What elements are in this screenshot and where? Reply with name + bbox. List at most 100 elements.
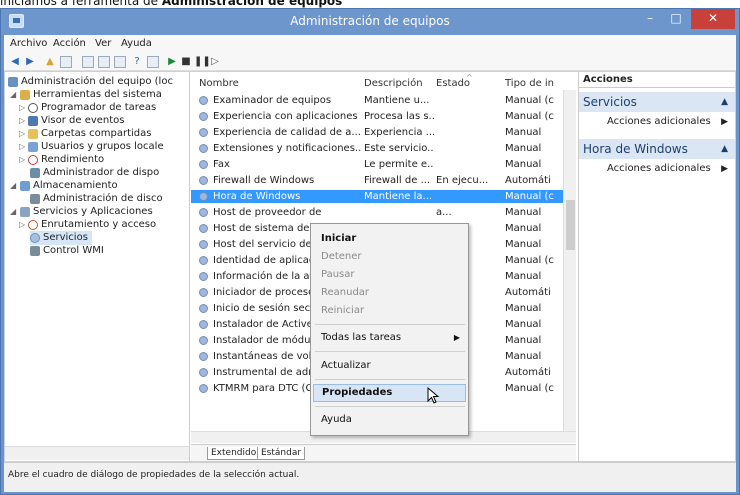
menu-accion[interactable]: Acción	[53, 38, 86, 49]
table-row[interactable]: Host de proveedor de a... Manual	[191, 206, 563, 219]
cell-name: Fax	[213, 159, 230, 170]
menu-item-properties[interactable]: Propiedades	[313, 384, 466, 402]
tree-item-performance[interactable]: ▷ Rendimiento	[19, 153, 188, 167]
tree-item-storage[interactable]: ◢ Almacenamiento	[10, 179, 188, 193]
menu-item-start[interactable]: Iniciar	[313, 230, 466, 248]
services-apps-icon	[20, 207, 30, 217]
action-more-actions[interactable]: Acciones adicionales ▶	[579, 115, 735, 129]
menu-separator	[315, 379, 465, 380]
table-row[interactable]: Experiencia con aplicaciones Procesa las …	[191, 110, 563, 123]
clock-icon	[28, 103, 38, 113]
tree-item-root[interactable]: Administración del equipo (loc	[8, 75, 188, 89]
table-row[interactable]: Examinador de equipos Mantiene u... Manual…	[191, 94, 563, 107]
menu-ayuda[interactable]: Ayuda	[121, 38, 152, 49]
service-icon	[199, 320, 208, 329]
minimize-button[interactable]: –	[637, 9, 663, 29]
menu-ver[interactable]: Ver	[95, 38, 111, 49]
table-row[interactable]: Firewall de Windows Firewall de ... En eje…	[191, 174, 563, 187]
up-folder-icon[interactable]: ▲	[44, 56, 56, 68]
close-button[interactable]: ✕	[691, 9, 735, 29]
service-icon	[199, 144, 208, 153]
expand-icon[interactable]: ▷	[19, 218, 25, 232]
tree-horizontal-scrollbar[interactable]	[5, 446, 189, 460]
cell-status: En ejecu...	[436, 175, 489, 186]
cell-startup-type: Manual	[505, 143, 542, 154]
expand-icon[interactable]: ▷	[19, 101, 25, 115]
forward-icon[interactable]: ▶	[24, 56, 36, 68]
export-list-icon[interactable]	[114, 56, 126, 68]
collapse-icon[interactable]: ◢	[10, 88, 16, 102]
cell-startup-type: Manual	[505, 127, 542, 138]
cell-startup-type: Manual	[505, 351, 542, 362]
list-vertical-scrollbar[interactable]	[563, 90, 576, 432]
service-icon	[199, 352, 208, 361]
column-header-name[interactable]: Nombre	[199, 78, 239, 89]
column-header-status[interactable]: Estado	[436, 78, 470, 89]
show-hide-tree-icon[interactable]	[60, 56, 72, 68]
computer-icon	[8, 77, 18, 87]
back-icon[interactable]: ◀	[9, 56, 21, 68]
collapse-icon[interactable]: ▲	[721, 92, 728, 112]
cell-description: Le permite e...	[364, 159, 434, 170]
tree-item-system-tools[interactable]: ◢ Herramientas del sistema	[10, 88, 188, 102]
service-icon	[199, 128, 208, 137]
cell-startup-type: Manual (c	[505, 383, 554, 394]
help-icon[interactable]: ?	[131, 56, 143, 68]
tree-item-disk-management[interactable]: Administración de disco	[30, 192, 188, 206]
table-row[interactable]: Extensiones y notificaciones... Este serv…	[191, 142, 563, 155]
expand-icon[interactable]: ▷	[19, 153, 25, 167]
routing-icon	[28, 220, 38, 230]
tree-item-wmi-control[interactable]: Control WMI	[30, 244, 188, 258]
tree-item-routing[interactable]: ▷ Enrutamiento y acceso	[19, 218, 188, 232]
menu-item-refresh[interactable]: Actualizar	[313, 357, 466, 375]
actions-section-windows-time[interactable]: Hora de Windows ▲	[579, 139, 735, 159]
properties-icon[interactable]	[82, 56, 94, 68]
table-row[interactable]: Hora de Windows Mantiene la... Manual (c	[191, 190, 563, 203]
action-more-actions[interactable]: Acciones adicionales ▶	[579, 162, 735, 176]
action-pane-icon[interactable]	[147, 56, 159, 68]
table-row[interactable]: Experiencia de calidad de a... Experienci…	[191, 126, 563, 139]
restart-service-icon[interactable]: ▷	[209, 56, 221, 68]
menu-item-help[interactable]: Ayuda	[313, 411, 466, 429]
expand-icon[interactable]: ▷	[19, 140, 25, 154]
stop-service-icon[interactable]: ■	[180, 56, 192, 68]
column-header-startup-type[interactable]: Tipo de in	[505, 78, 554, 89]
actions-section-services[interactable]: Servicios ▲	[579, 92, 735, 112]
tree-item-task-scheduler[interactable]: ▷ Programador de tareas	[19, 101, 188, 115]
submenu-arrow-icon: ▶	[453, 333, 460, 342]
tree-item-shared-folders[interactable]: ▷ Carpetas compartidas	[19, 127, 188, 141]
toolbar: ◀ ▶ ▲ ? ▶ ■ ❚❚ ▷	[4, 53, 736, 71]
refresh-icon[interactable]	[98, 56, 110, 68]
cell-name: Experiencia con aplicaciones	[213, 111, 358, 122]
tree-item-users-groups[interactable]: ▷ Usuarios y grupos locale	[19, 140, 188, 154]
service-icon	[199, 368, 208, 377]
tree-item-services[interactable]: Servicios	[30, 231, 92, 245]
action-label: Acciones adicionales	[607, 116, 711, 127]
collapse-icon[interactable]: ▲	[721, 139, 728, 159]
tree-item-event-viewer[interactable]: ▷ Visor de eventos	[19, 114, 188, 128]
pause-service-icon[interactable]: ❚❚	[194, 56, 211, 68]
tab-standard[interactable]: Estándar	[257, 447, 306, 460]
column-header-description[interactable]: Descripción	[364, 78, 423, 89]
tree-item-device-manager[interactable]: Administrador de dispo	[30, 166, 188, 180]
table-row[interactable]: Fax Le permite e... Manual	[191, 158, 563, 171]
cell-startup-type: Manual	[505, 335, 542, 346]
menu-archivo[interactable]: Archivo	[10, 38, 47, 49]
expand-icon[interactable]: ▷	[19, 114, 25, 128]
cell-status: a...	[436, 207, 452, 218]
cell-startup-type: Manual	[505, 159, 542, 170]
menu-item-all-tasks[interactable]: Todas las tareas ▶	[313, 329, 466, 347]
tab-extended[interactable]: Extendido	[207, 447, 261, 460]
collapse-icon[interactable]: ◢	[10, 205, 16, 219]
tree-label: Administrador de dispo	[43, 167, 160, 178]
maximize-button[interactable]: □	[663, 9, 689, 29]
scrollbar-thumb[interactable]	[566, 200, 575, 250]
menu-bar: Archivo Acción Ver Ayuda	[4, 35, 736, 53]
tree-label: Herramientas del sistema	[33, 89, 162, 100]
tree-item-services-apps[interactable]: ◢ Servicios y Aplicaciones	[10, 205, 188, 219]
tree-label: Rendimiento	[41, 154, 105, 165]
collapse-icon[interactable]: ◢	[10, 179, 16, 193]
start-service-icon[interactable]: ▶	[166, 56, 178, 68]
expand-icon[interactable]: ▷	[19, 127, 25, 141]
users-icon	[28, 142, 38, 152]
